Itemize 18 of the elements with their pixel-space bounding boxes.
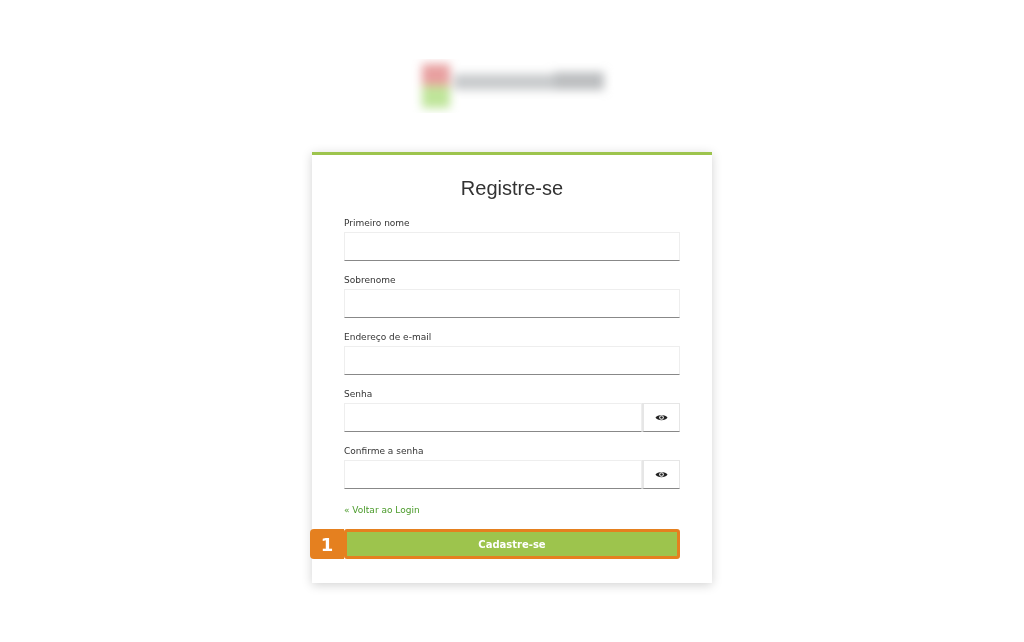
eye-icon [655,413,668,422]
submit-button[interactable]: Cadastre-se [344,529,680,559]
back-to-login-link[interactable]: « Voltar ao Login [344,505,420,515]
input-field[interactable] [344,232,680,261]
field-label: Primeiro nome [344,218,411,228]
field-label: Senha [344,389,374,399]
password-field[interactable] [344,460,642,489]
eye-icon [655,470,668,479]
field-label: Confirme a senha [344,446,425,456]
card-title: Registre-se [459,177,565,200]
input-field[interactable] [344,346,680,375]
input-field[interactable] [344,289,680,318]
step-badge: 1 [310,529,344,559]
show-password-button[interactable] [642,403,680,432]
show-password-button[interactable] [642,460,680,489]
field-label: Endereço de e-mail [344,332,433,342]
field-label: Sobrenome [344,275,397,285]
password-field[interactable] [344,403,642,432]
